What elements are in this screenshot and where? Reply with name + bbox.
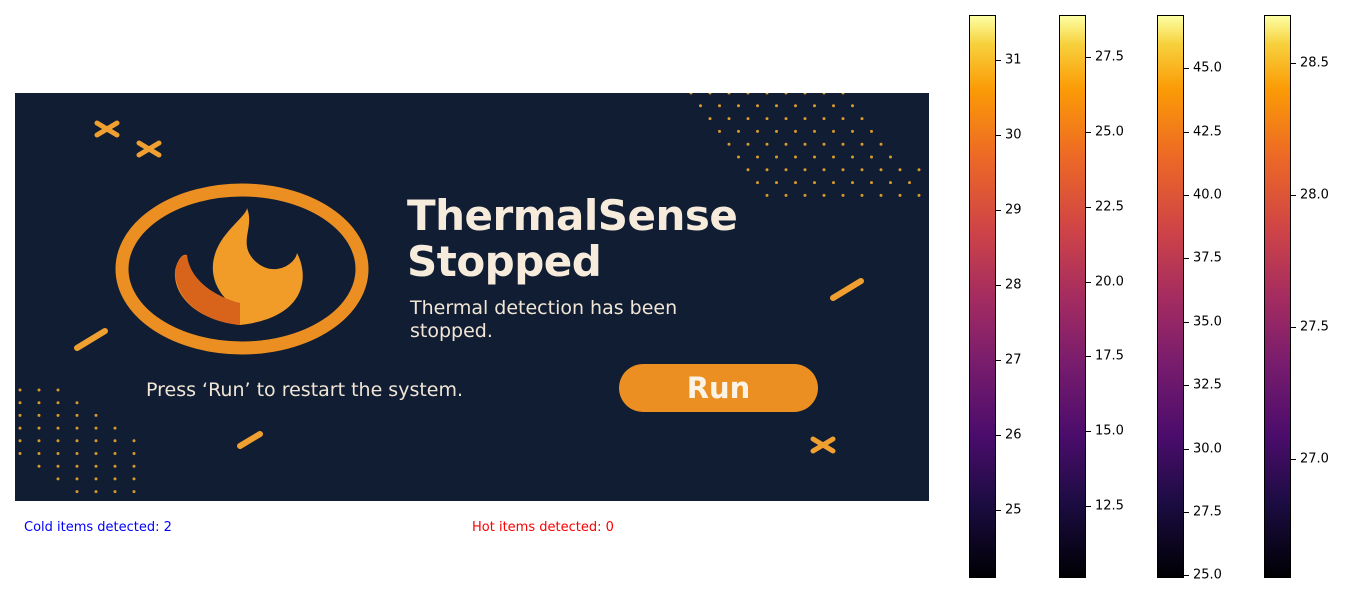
colorbar-tick-label: 17.5 [1095, 348, 1124, 364]
colorbar-tick-label: 30.0 [1193, 441, 1222, 457]
colorbar-tick-label: 37.5 [1193, 250, 1222, 266]
colorbar-tick [1184, 258, 1189, 260]
colorbar-tick [1184, 195, 1189, 197]
colorbar-tick-label: 22.5 [1095, 199, 1124, 215]
colorbar-tick-label: 28.0 [1300, 187, 1329, 203]
dot-pattern-top-right [689, 93, 921, 197]
dot-pattern-bottom-left [18, 388, 136, 494]
restart-prompt: Press ‘Run’ to restart the system. [146, 379, 464, 401]
colorbar-tick-label: 40.0 [1193, 187, 1222, 203]
colorbar-tick [996, 360, 1001, 362]
colorbar-tick [1086, 206, 1091, 208]
colorbar-tick-label: 12.5 [1095, 498, 1124, 514]
hot-items-label: Hot items detected: 0 [472, 520, 614, 535]
colorbar-gradient [1157, 15, 1184, 578]
colorbar-tick-label: 45.0 [1193, 60, 1222, 76]
colorbar-gradient [969, 15, 996, 578]
colorbar-tick [1184, 321, 1189, 323]
colorbar-tick-label: 27.5 [1095, 49, 1124, 65]
colorbar-tick [996, 435, 1001, 437]
colorbar-tick [1184, 448, 1189, 450]
flame-icon [115, 183, 369, 355]
colorbar-tick-label: 28 [1005, 277, 1022, 293]
colorbar-tick [1184, 68, 1189, 70]
colorbar-1: 25 26 27 28 29 30 31 [969, 15, 1022, 578]
colorbar-tick-label: 32.5 [1193, 377, 1222, 393]
colorbar-2: 12.5 15.0 17.5 20.0 22.5 25.0 27.5 [1059, 15, 1124, 578]
colorbar-tick-label: 25 [1005, 502, 1022, 518]
colorbar-tick-label: 20.0 [1095, 274, 1124, 290]
colorbar-tick-label: 35.0 [1193, 314, 1222, 330]
colorbar-tick-label: 27.5 [1300, 319, 1329, 335]
run-button[interactable]: Run [619, 364, 818, 412]
page-title: ThermalSense Stopped [407, 191, 738, 286]
thermalsense-banner: ThermalSense Stopped Thermal detection h… [15, 93, 929, 501]
status-message: Thermal detection has been stopped. [410, 297, 678, 342]
title-line-2: Stopped [407, 237, 602, 286]
colorbar-tick-label: 27.5 [1193, 504, 1222, 520]
colorbar-tick [1086, 56, 1091, 58]
colorbar-tick-label: 29 [1005, 202, 1022, 218]
colorbar-tick [1291, 62, 1296, 64]
colorbar-tick-label: 15.0 [1095, 423, 1124, 439]
colorbar-3: 25.0 27.5 30.0 32.5 35.0 37.5 40.0 42.5 45.0 [1157, 15, 1222, 583]
colorbar-tick [996, 210, 1001, 212]
colorbar-tick [1184, 575, 1189, 577]
colorbar-tick [1184, 512, 1189, 514]
colorbar-tick-label: 28.5 [1300, 55, 1329, 71]
colorbar-tick [1086, 431, 1091, 433]
colorbar-tick-label: 25.0 [1193, 567, 1222, 583]
colorbar-tick-label: 31 [1005, 52, 1022, 68]
colorbar-tick [1086, 131, 1091, 133]
colorbar-tick [996, 510, 1001, 512]
colorbar-tick-label: 42.5 [1193, 124, 1222, 140]
colorbar-tick [996, 135, 1001, 137]
colorbar-tick-label: 27.0 [1300, 451, 1329, 467]
colorbar-tick [1184, 131, 1189, 133]
colorbar-tick [996, 60, 1001, 62]
colorbar-4: 27.0 27.5 28.0 28.5 [1264, 15, 1329, 578]
colorbar-tick-label: 26 [1005, 427, 1022, 443]
title-line-1: ThermalSense [407, 191, 738, 240]
colorbar-tick [1086, 506, 1091, 508]
cold-items-label: Cold items detected: 2 [24, 520, 172, 535]
colorbar-tick [1291, 459, 1296, 461]
colorbar-tick [996, 285, 1001, 287]
colorbar-tick [1086, 281, 1091, 283]
colorbar-tick [1291, 194, 1296, 196]
colorbar-gradient [1059, 15, 1086, 578]
colorbar-gradient [1264, 15, 1291, 578]
colorbar-tick [1086, 356, 1091, 358]
colorbar-tick [1291, 326, 1296, 328]
colorbar-tick-label: 27 [1005, 352, 1022, 368]
colorbar-tick [1184, 385, 1189, 387]
colorbar-tick-label: 25.0 [1095, 124, 1124, 140]
colorbar-tick-label: 30 [1005, 127, 1022, 143]
